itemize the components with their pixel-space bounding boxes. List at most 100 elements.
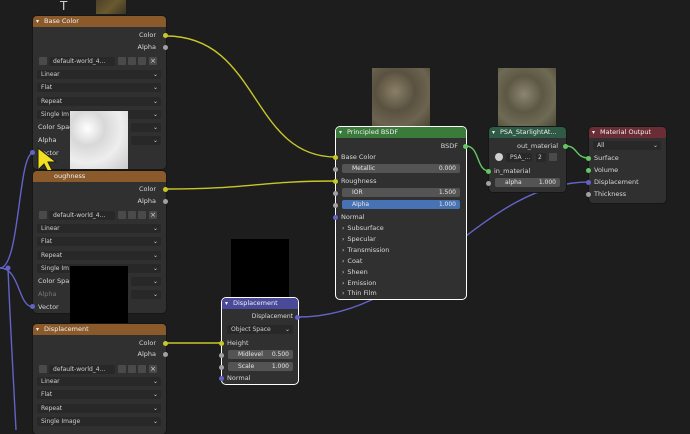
image-name-field[interactable]: default-world_4... xyxy=(49,57,115,66)
input-socket-thickness[interactable] xyxy=(586,192,591,197)
image-texture-node-displacement[interactable]: ▾ Displacement Color Alpha default-world… xyxy=(33,324,168,434)
collapse-icon[interactable]: ▾ xyxy=(339,127,342,138)
material-output-node[interactable]: ▾ Material Output All ⌄ Surface Volume Di… xyxy=(586,127,666,203)
duplicate-icon[interactable] xyxy=(128,211,136,219)
panel-sheen[interactable]: › Sheen xyxy=(342,267,368,277)
alpha-slider[interactable]: Alpha 1.000 xyxy=(342,200,460,209)
colorspace-label: Color Spa xyxy=(38,277,70,285)
output-socket-alpha[interactable] xyxy=(163,45,168,50)
node-header[interactable]: ▾ Principled BSDF xyxy=(336,127,466,138)
duplicate-icon[interactable] xyxy=(128,57,136,65)
space-dropdown[interactable]: Object Space ⌄ xyxy=(227,325,293,334)
input-socket-in-material[interactable] xyxy=(486,169,491,174)
panel-specular[interactable]: › Specular xyxy=(342,234,376,244)
projection-dropdown[interactable]: Flat ⌄ xyxy=(37,390,161,399)
folder-icon[interactable] xyxy=(138,211,146,219)
midlevel-slider[interactable]: Midlevel 0.500 xyxy=(228,350,293,359)
node-header[interactable]: ▾ Displacement xyxy=(222,298,298,309)
alpha-dropdown[interactable]: ⌄ xyxy=(131,136,161,145)
output-socket-alpha[interactable] xyxy=(163,352,168,357)
close-icon[interactable]: × xyxy=(149,365,157,373)
colorspace-dropdown[interactable]: ⌄ xyxy=(131,277,161,286)
image-browse-icon[interactable] xyxy=(39,211,47,219)
alpha-dropdown[interactable]: ⌄ xyxy=(131,290,161,299)
input-socket-scale[interactable] xyxy=(219,365,224,370)
input-socket-ior[interactable] xyxy=(333,191,338,196)
input-socket-basecolor[interactable] xyxy=(333,155,338,160)
input-socket-normal[interactable] xyxy=(333,215,338,220)
output-socket-color[interactable] xyxy=(163,187,168,192)
interpolation-dropdown[interactable]: Linear ⌄ xyxy=(37,377,161,386)
panel-emission[interactable]: › Emission xyxy=(342,278,376,288)
node-header[interactable]: ▾ Base Color xyxy=(33,16,166,27)
shield-icon[interactable] xyxy=(549,153,557,161)
group-alpha-slider[interactable]: alpha 1.000 xyxy=(495,178,560,187)
collapse-icon[interactable]: ▾ xyxy=(592,127,595,138)
output-socket-displacement[interactable] xyxy=(295,315,300,320)
output-socket-out-material[interactable] xyxy=(563,144,568,149)
shield-icon[interactable] xyxy=(118,211,126,219)
close-icon[interactable]: × xyxy=(149,57,157,65)
socket-displacement-label: Displacement xyxy=(251,313,293,320)
panel-subsurface[interactable]: › Subsurface xyxy=(342,223,384,233)
panel-transmission[interactable]: › Transmission xyxy=(342,245,389,255)
folder-icon[interactable] xyxy=(138,57,146,65)
extension-dropdown[interactable]: Repeat ⌄ xyxy=(37,97,161,106)
displacement-node[interactable]: ▾ Displacement Displacement Object Space… xyxy=(219,298,300,384)
input-socket-vector[interactable] xyxy=(30,150,35,155)
input-socket-midlevel[interactable] xyxy=(219,353,224,358)
extension-dropdown[interactable]: Repeat ⌄ xyxy=(37,404,161,413)
output-socket-color[interactable] xyxy=(163,33,168,38)
principled-bsdf-node[interactable]: ▾ Principled BSDF BSDF Base Color Metall… xyxy=(333,127,468,299)
extension-dropdown[interactable]: Repeat ⌄ xyxy=(37,251,161,260)
node-header[interactable]: ▾ PSA_StarlightAt... xyxy=(489,127,566,138)
input-socket-roughness[interactable] xyxy=(333,179,338,184)
input-socket-vector[interactable] xyxy=(30,304,35,309)
projection-dropdown[interactable]: Flat ⌄ xyxy=(37,237,161,246)
scale-slider[interactable]: Scale 1.000 xyxy=(228,362,293,371)
output-target-dropdown[interactable]: All ⌄ xyxy=(593,141,661,150)
node-tree-icon[interactable] xyxy=(495,153,503,161)
node-header[interactable]: oughness xyxy=(33,171,166,182)
panel-coat[interactable]: › Coat xyxy=(342,256,362,266)
input-socket-alpha[interactable] xyxy=(333,203,338,208)
shield-icon[interactable] xyxy=(118,365,126,373)
duplicate-icon[interactable] xyxy=(128,365,136,373)
normal-label: Normal xyxy=(341,213,365,221)
panel-thin-film[interactable]: › Thin Film xyxy=(342,288,377,298)
interpolation-dropdown[interactable]: Linear ⌄ xyxy=(37,224,161,233)
metallic-slider[interactable]: Metallic 0.000 xyxy=(342,164,460,173)
image-name-field[interactable]: default-world_4... xyxy=(49,211,115,220)
group-users-count[interactable]: 2 xyxy=(536,153,546,162)
input-socket-volume[interactable] xyxy=(586,168,591,173)
image-browse-icon[interactable] xyxy=(39,365,47,373)
input-socket-normal[interactable] xyxy=(219,376,224,381)
socket-color-label: Color xyxy=(139,185,156,193)
source-dropdown[interactable]: Single Image ⌄ xyxy=(37,417,161,426)
group-node-psa-starlight[interactable]: ▾ PSA_StarlightAt... out_material PSA_..… xyxy=(486,127,568,192)
input-socket-surface[interactable] xyxy=(586,156,591,161)
input-socket-alpha[interactable] xyxy=(486,181,491,186)
node-header[interactable]: ▾ Material Output xyxy=(589,127,666,138)
colorspace-dropdown[interactable]: ⌄ xyxy=(131,123,161,132)
ior-slider[interactable]: IOR 1.500 xyxy=(342,188,460,197)
output-socket-bsdf[interactable] xyxy=(463,144,468,149)
input-socket-height[interactable] xyxy=(219,341,224,346)
input-socket-displacement[interactable] xyxy=(586,180,591,185)
collapse-icon[interactable]: ▾ xyxy=(492,127,495,138)
output-socket-color[interactable] xyxy=(163,341,168,346)
collapse-icon[interactable]: ▾ xyxy=(36,16,39,27)
node-header[interactable]: ▾ Displacement xyxy=(33,324,166,335)
collapse-icon[interactable]: ▾ xyxy=(36,324,39,335)
image-browse-icon[interactable] xyxy=(39,57,47,65)
projection-dropdown[interactable]: Flat ⌄ xyxy=(37,83,161,92)
input-socket-metallic[interactable] xyxy=(333,167,338,172)
interpolation-dropdown[interactable]: Linear ⌄ xyxy=(37,70,161,79)
collapse-icon[interactable]: ▾ xyxy=(225,298,228,309)
group-datablock-field[interactable]: PSA_... xyxy=(506,153,532,162)
output-socket-alpha[interactable] xyxy=(163,199,168,204)
close-icon[interactable]: × xyxy=(149,211,157,219)
folder-icon[interactable] xyxy=(138,365,146,373)
shield-icon[interactable] xyxy=(118,57,126,65)
image-name-field[interactable]: default-world_4... xyxy=(49,365,115,374)
